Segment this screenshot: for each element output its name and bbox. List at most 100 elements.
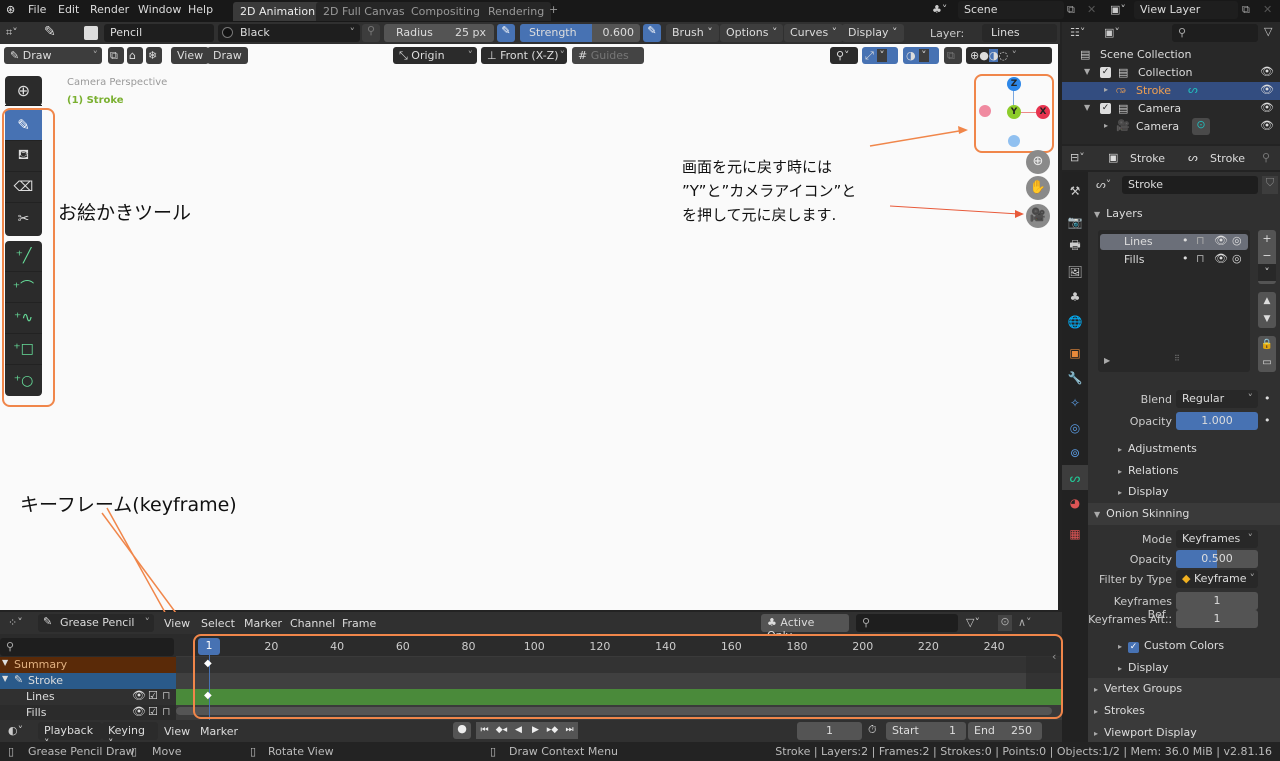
resize-handle[interactable]: ⠿ xyxy=(1174,354,1180,363)
gizmo-neg-x-axis[interactable] xyxy=(979,105,991,117)
keying-menu[interactable]: Keying ˅ xyxy=(102,722,158,750)
vertex-groups-panel[interactable]: ▸ Vertex Groups xyxy=(1088,678,1280,700)
editor-type-icon[interactable]: ⁘˅ xyxy=(8,616,23,629)
dopesheet-mode-select[interactable]: ✎ Grease Pencil ˅ xyxy=(38,614,154,632)
editor-type-icon[interactable]: ⊟˅ xyxy=(1070,151,1085,164)
add-layer-button[interactable]: + xyxy=(1258,230,1276,247)
layer-field[interactable]: Lines xyxy=(982,24,1057,42)
play-reverse-button[interactable]: ◀ xyxy=(510,722,527,739)
view-menu[interactable]: View xyxy=(171,47,210,64)
tool-tab-icon[interactable]: ⚒ xyxy=(1062,178,1088,203)
render-tab-icon[interactable]: 📷 xyxy=(1062,209,1088,234)
rendered-shading-icon[interactable]: ◌ xyxy=(998,49,1008,62)
end-frame-field[interactable]: End 250 xyxy=(968,722,1042,740)
view-layer-field[interactable]: View Layer xyxy=(1134,1,1238,19)
eye-icon[interactable]: 👁 xyxy=(1260,65,1274,78)
expand-icon[interactable]: ▶ xyxy=(1104,356,1110,365)
radius-pressure-icon[interactable]: ✎ xyxy=(497,24,515,42)
multiframe-icon[interactable]: ⧉ xyxy=(108,47,124,64)
start-frame-field[interactable]: Start 1 xyxy=(886,722,966,740)
layer-row-fills[interactable]: Fills • ⊓ 👁 ◎ xyxy=(1100,252,1248,268)
eye-icon[interactable]: 👁 xyxy=(1214,252,1228,265)
wireframe-shading-icon[interactable]: ⊕ xyxy=(970,49,979,62)
gizmo-y-axis[interactable]: Y xyxy=(1007,105,1021,119)
modifier-tab-icon[interactable]: 🔧 xyxy=(1062,365,1088,390)
current-frame-field[interactable]: 1 xyxy=(797,722,862,740)
opacity-slider[interactable]: 1.000 xyxy=(1176,412,1258,430)
ds-menu-channel[interactable]: Channel xyxy=(290,617,335,630)
menu-render[interactable]: Render xyxy=(90,3,129,16)
ds-menu-frame[interactable]: Frame xyxy=(342,617,376,630)
dopesheet-search-input[interactable]: ⚲ xyxy=(856,614,958,632)
gizmo-toggle-icon[interactable]: ⤢ ˅ xyxy=(862,47,898,64)
monitor-icon[interactable]: ▭ xyxy=(1258,354,1276,372)
zoom-view-icon[interactable]: ⊕ xyxy=(1026,150,1050,174)
channel-stroke[interactable]: ▼ ✎ Stroke xyxy=(0,673,176,689)
fake-user-icon[interactable]: ⛉ xyxy=(1262,176,1278,194)
viewport[interactable]: ✎ Draw ˅ ⧉ ⌂ ❄ View Draw ⤡ Origin ˅ ⊥ Fron… xyxy=(0,44,1058,610)
data-name-field[interactable]: Stroke xyxy=(1122,176,1258,194)
onion-mode-select[interactable]: Keyframes ˅ xyxy=(1176,530,1258,548)
eye-icon[interactable]: 👁 xyxy=(1260,119,1274,132)
close-view-layer-icon[interactable]: ✕ xyxy=(1263,3,1272,16)
layer-row-lines[interactable]: Lines • ⊓ 👁 ◎ xyxy=(1100,234,1248,250)
constraints-tab-icon[interactable]: ⊚ xyxy=(1062,440,1088,465)
jump-start-button[interactable]: ⏮ xyxy=(476,722,493,739)
active-only-toggle[interactable]: ♣ Active Only xyxy=(761,614,849,642)
visibility-icon[interactable]: ⚲˅ xyxy=(830,47,858,64)
effects-tab-icon[interactable]: ✧ xyxy=(1062,390,1088,415)
jump-end-button[interactable]: ⏭ xyxy=(561,722,578,739)
brush-menu[interactable]: Brush ˅ xyxy=(666,24,719,42)
data-browse-icon[interactable]: ᔕ˅ xyxy=(1096,178,1111,191)
custom-colors-panel[interactable]: ▸ ✓ Custom Colors xyxy=(1118,639,1224,653)
tab-rendering[interactable]: Rendering xyxy=(481,2,552,21)
options-menu[interactable]: Options ˅ xyxy=(720,24,784,42)
xray-icon[interactable]: ⧉ xyxy=(944,47,962,64)
display-panel[interactable]: ▸ Display xyxy=(1118,485,1169,498)
scene-icon[interactable]: ♣˅ xyxy=(932,3,947,16)
ds-menu-marker[interactable]: Marker xyxy=(244,617,282,630)
expand-icon[interactable]: ▸ xyxy=(1104,121,1108,130)
close-scene-icon[interactable]: ✕ xyxy=(1087,3,1096,16)
kf-after-field[interactable]: 1 xyxy=(1176,610,1258,628)
keyframe-dot-icon[interactable]: • xyxy=(1264,392,1271,405)
menu-help[interactable]: Help xyxy=(188,3,213,16)
proportional-edit-icon[interactable]: ⊙ xyxy=(998,615,1012,631)
ds-menu-view[interactable]: View xyxy=(164,617,190,630)
orientation-select[interactable]: ⊥ Front (X-Z) ˅ xyxy=(481,47,567,64)
view-layer-tab-icon[interactable]: 🖼 xyxy=(1062,259,1088,284)
new-scene-icon[interactable]: ⧉ xyxy=(1067,3,1075,17)
timeline-editor-icon[interactable]: ◐˅ xyxy=(8,724,23,737)
cursor-tool[interactable]: ⊕ xyxy=(5,76,42,106)
eye-icon[interactable]: 👁 xyxy=(1260,83,1274,96)
adjustments-panel[interactable]: ▸ Adjustments xyxy=(1118,442,1197,455)
outliner-item-stroke[interactable]: ▸ ꩠ Stroke ᔕ 👁 xyxy=(1062,82,1280,100)
material-tab-icon[interactable]: ◕ xyxy=(1062,490,1088,515)
physics-tab-icon[interactable]: ◎ xyxy=(1062,415,1088,440)
relations-panel[interactable]: ▸ Relations xyxy=(1118,464,1179,477)
object-data-tab-icon[interactable]: ᔕ xyxy=(1062,465,1088,490)
remove-layer-button[interactable]: − xyxy=(1258,247,1276,264)
camera-view-icon[interactable]: 🎥 xyxy=(1026,204,1050,228)
grease-pencil-data-icon[interactable]: ᔕ xyxy=(1188,83,1198,96)
outliner-item-camera[interactable]: ▸ 🎥 Camera ⊙ 👁 xyxy=(1062,118,1280,136)
move-layer-down-button[interactable]: ▼ xyxy=(1258,310,1276,328)
display-mode-icon[interactable]: ☷˅ xyxy=(1070,26,1085,39)
next-keyframe-button[interactable]: ▸◆ xyxy=(544,722,561,739)
filter-icon[interactable]: ▽ xyxy=(1264,25,1272,38)
eye-icon[interactable]: 👁 xyxy=(1214,234,1228,247)
outliner-search-input[interactable]: ⚲ xyxy=(1172,24,1258,42)
strokes-panel[interactable]: ▸ Strokes xyxy=(1088,700,1280,722)
object-tab-icon[interactable]: ▣ xyxy=(1062,340,1088,365)
play-button[interactable]: ▶ xyxy=(527,722,544,739)
autolock-icon[interactable]: ⌂ xyxy=(127,47,143,64)
menu-file[interactable]: File xyxy=(28,3,46,16)
texture-tab-icon[interactable]: ▦ xyxy=(1062,521,1088,546)
tool-settings-icon[interactable]: ⌗˅ xyxy=(6,26,18,40)
onion-skinning-panel-header[interactable]: ▼ Onion Skinning xyxy=(1088,503,1280,525)
pin-icon[interactable]: ⚲ xyxy=(1262,151,1270,164)
overlay-toggle-icon[interactable]: ◑ ˅ xyxy=(903,47,939,64)
menu-window[interactable]: Window xyxy=(138,3,181,16)
tab-2d-full-canvas[interactable]: 2D Full Canvas xyxy=(316,2,412,21)
channel-lines[interactable]: Lines 👁 ☑ ⊓ xyxy=(0,689,176,705)
